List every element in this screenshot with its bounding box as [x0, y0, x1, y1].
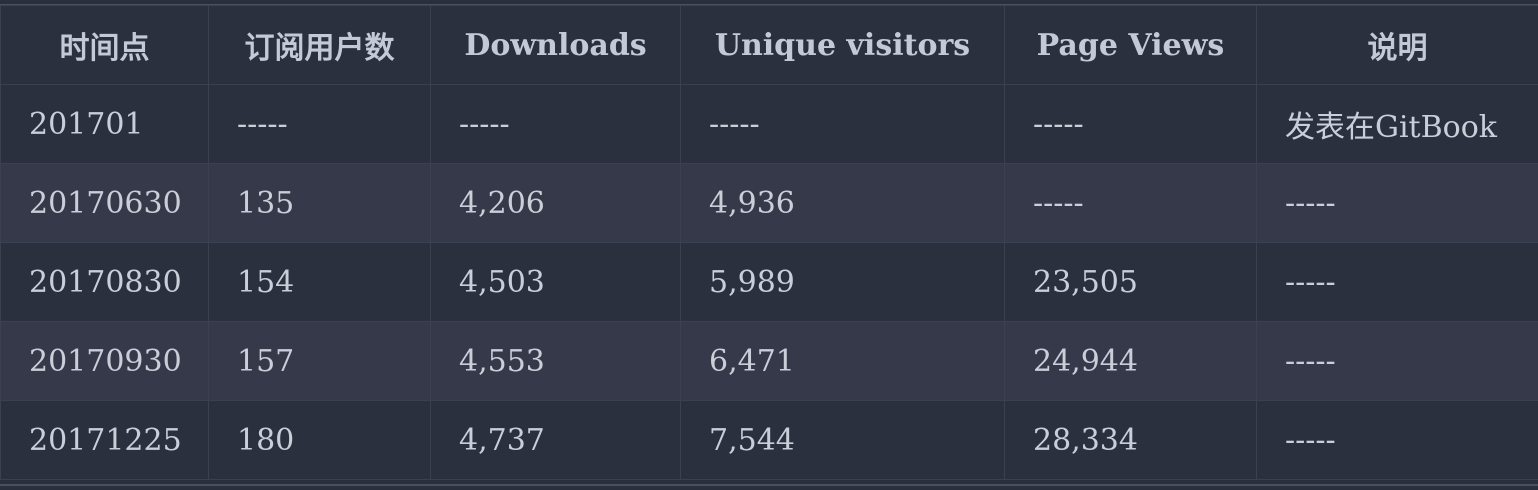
table-row: 201701 ----- ----- ----- ----- 发表在GitBoo…	[0, 84, 1538, 164]
stats-table: 时间点 订阅用户数 Downloads Unique visitors Page…	[0, 5, 1538, 480]
header-downloads: Downloads	[430, 5, 681, 85]
table-header-row: 时间点 订阅用户数 Downloads Unique visitors Page…	[0, 5, 1538, 85]
header-time-point: 时间点	[0, 5, 209, 85]
cell-subscribers: 180	[208, 400, 431, 480]
header-page-views: Page Views	[1004, 5, 1257, 85]
cell-subscribers: 157	[208, 321, 431, 401]
cell-unique-visitors: -----	[680, 84, 1005, 164]
cell-time-point: 20170930	[0, 321, 209, 401]
cell-notes: -----	[1256, 400, 1538, 480]
cell-unique-visitors: 5,989	[680, 242, 1005, 322]
header-notes: 说明	[1256, 5, 1538, 85]
cell-subscribers: 154	[208, 242, 431, 322]
cell-notes: -----	[1256, 242, 1538, 322]
cell-page-views: 28,334	[1004, 400, 1257, 480]
cell-downloads: 4,737	[430, 400, 681, 480]
cell-page-views: 24,944	[1004, 321, 1257, 401]
cell-page-views: -----	[1004, 84, 1257, 164]
cell-time-point: 201701	[0, 84, 209, 164]
cell-subscribers: -----	[208, 84, 431, 164]
cell-downloads: 4,206	[430, 163, 681, 243]
table-row: 20170630 135 4,206 4,936 ----- -----	[0, 163, 1538, 243]
table-row: 20170930 157 4,553 6,471 24,944 -----	[0, 321, 1538, 401]
cell-subscribers: 135	[208, 163, 431, 243]
table-row: 20171225 180 4,737 7,544 28,334 -----	[0, 400, 1538, 480]
cell-unique-visitors: 6,471	[680, 321, 1005, 401]
stats-table-container: 时间点 订阅用户数 Downloads Unique visitors Page…	[0, 4, 1538, 486]
cell-notes: -----	[1256, 163, 1538, 243]
cell-time-point: 20170630	[0, 163, 209, 243]
cell-time-point: 20170830	[0, 242, 209, 322]
cell-time-point: 20171225	[0, 400, 209, 480]
header-subscribers: 订阅用户数	[208, 5, 431, 85]
cell-notes: -----	[1256, 321, 1538, 401]
cell-downloads: 4,503	[430, 242, 681, 322]
cell-unique-visitors: 7,544	[680, 400, 1005, 480]
cell-downloads: -----	[430, 84, 681, 164]
cell-notes: 发表在GitBook	[1256, 84, 1538, 164]
cell-unique-visitors: 4,936	[680, 163, 1005, 243]
header-unique-visitors: Unique visitors	[680, 5, 1005, 85]
cell-page-views: -----	[1004, 163, 1257, 243]
cell-downloads: 4,553	[430, 321, 681, 401]
table-row: 20170830 154 4,503 5,989 23,505 -----	[0, 242, 1538, 322]
cell-page-views: 23,505	[1004, 242, 1257, 322]
